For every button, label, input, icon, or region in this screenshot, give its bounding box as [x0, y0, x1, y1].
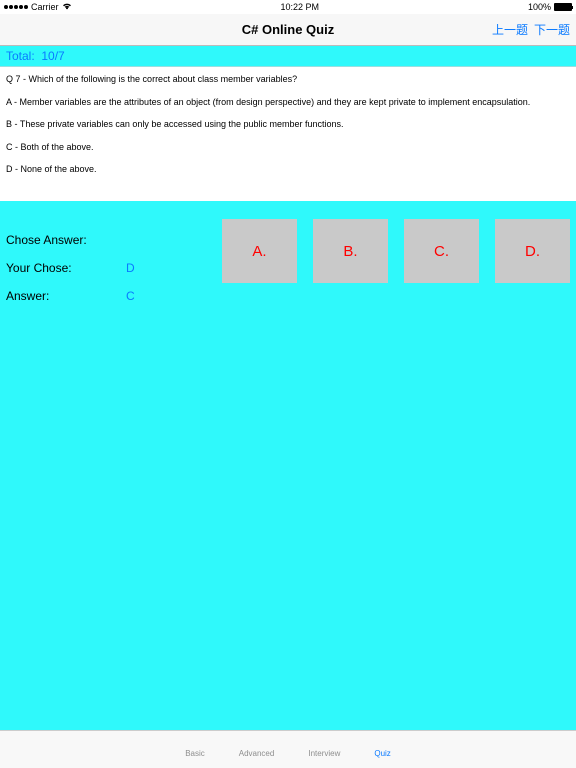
page-title: C# Online Quiz [242, 22, 334, 37]
answer-label: Answer: [6, 289, 126, 303]
prev-button[interactable]: 上一题 [492, 21, 528, 38]
question-option-b: B - These private variables can only be … [6, 118, 570, 132]
tab-bar: Basic Advanced Interview Quiz [0, 730, 576, 768]
answer-buttons: A. B. C. D. [222, 219, 576, 283]
status-time: 10:22 PM [280, 2, 319, 12]
wifi-icon [62, 2, 72, 12]
question-prompt: Q 7 - Which of the following is the corr… [6, 73, 570, 87]
question-option-a: A - Member variables are the attributes … [6, 96, 570, 110]
main-area: Chose Answer: Your Chose: D Answer: C A.… [0, 201, 576, 730]
chose-answer-label: Chose Answer: [6, 233, 126, 247]
your-chose-value: D [126, 261, 135, 275]
answer-button-a[interactable]: A. [222, 219, 297, 283]
your-chose-label: Your Chose: [6, 261, 126, 275]
next-button[interactable]: 下一题 [534, 21, 570, 38]
status-left: Carrier [4, 2, 72, 12]
answer-button-c[interactable]: C. [404, 219, 479, 283]
battery-icon [554, 3, 572, 11]
tab-quiz[interactable]: Quiz [374, 749, 390, 758]
tab-advanced[interactable]: Advanced [239, 749, 275, 758]
nav-bar: C# Online Quiz 上一题 下一题 [0, 14, 576, 46]
carrier-label: Carrier [31, 2, 59, 12]
labels-block: Chose Answer: Your Chose: D Answer: C [6, 226, 135, 310]
tab-interview[interactable]: Interview [308, 749, 340, 758]
signal-icon [4, 5, 28, 9]
total-row: Total: 10/7 [0, 46, 576, 67]
tab-basic[interactable]: Basic [185, 749, 205, 758]
total-label: Total: [6, 49, 35, 63]
answer-button-b[interactable]: B. [313, 219, 388, 283]
question-option-d: D - None of the above. [6, 163, 570, 177]
question-option-c: C - Both of the above. [6, 141, 570, 155]
answer-button-d[interactable]: D. [495, 219, 570, 283]
status-right: 100% [528, 2, 572, 12]
total-value: 10/7 [41, 49, 64, 63]
answer-value: C [126, 289, 135, 303]
question-block: Q 7 - Which of the following is the corr… [0, 67, 576, 201]
battery-pct: 100% [528, 2, 551, 12]
status-bar: Carrier 10:22 PM 100% [0, 0, 576, 14]
